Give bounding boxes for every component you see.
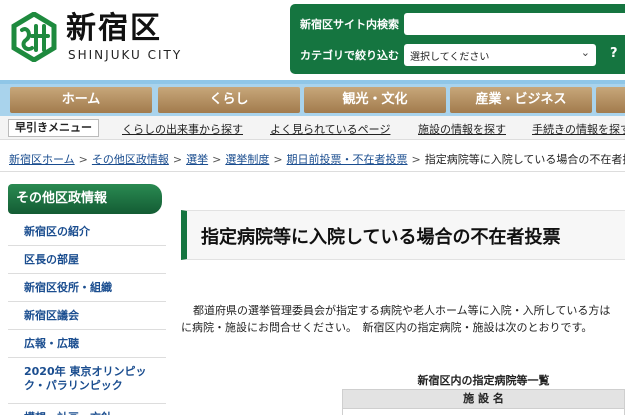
quick-link-facilities[interactable]: 施設の情報を探す — [418, 121, 506, 137]
search-panel: 新宿区サイト内検索 カテゴリで絞り込む 選択してください ⌄ ? — [290, 4, 625, 74]
sidebar-item-city-assembly[interactable]: 新宿区議会 — [8, 302, 166, 330]
site-name[interactable]: 新宿区 — [66, 12, 162, 46]
quick-menu-title: 早引きメニュー — [8, 119, 99, 137]
body-paragraph-line: に病院・施設にお問合せください。 新宿区内の指定病院・施設は次のとおりです。 — [181, 321, 593, 334]
quick-link-life-events[interactable]: くらしの出来事から探す — [122, 121, 243, 137]
body-paragraph-line: 都道府県の選挙管理委員会が指定する病院や老人ホーム等に入院・入所している方は — [193, 304, 611, 317]
breadcrumb-current: 指定病院等に入院している場合の不在者投票 — [424, 153, 625, 166]
sidebar-item-city-intro[interactable]: 新宿区の紹介 — [8, 218, 166, 246]
page-body: 都道府県の選挙管理委員会が指定する病院や老人ホーム等に入院・入所している方は に… — [181, 302, 625, 336]
nav-item-tourism-culture[interactable]: 観光・文化 — [304, 87, 446, 113]
sidebar-item-plans[interactable]: 構想・計画・方針 — [8, 404, 166, 415]
breadcrumb: 新宿区ホーム > その他区政情報 > 選挙 > 選挙制度 > 期日前投票・不在者投票 > 指定病院等… — [0, 148, 625, 172]
table-header: 施 設 名 — [342, 389, 625, 409]
quick-menu: 早引きメニュー くらしの出来事から探す よく見られているページ 施設の情報を探す… — [0, 116, 625, 140]
quick-link-popular-pages[interactable]: よく見られているページ — [270, 121, 390, 137]
page-title-bar: 指定病院等に入院している場合の不在者投票 — [181, 210, 625, 260]
page-title: 指定病院等に入院している場合の不在者投票 — [201, 227, 561, 248]
sidebar-title: その他区政情報 — [8, 184, 162, 214]
category-select-value: 選択してください — [410, 52, 490, 63]
breadcrumb-separator: > — [172, 153, 183, 166]
nav-item-home[interactable]: ホーム — [10, 87, 152, 113]
help-icon[interactable]: ? — [610, 46, 618, 61]
sidebar-item-city-office[interactable]: 新宿区役所・組織 — [8, 274, 166, 302]
breadcrumb-link[interactable]: 新宿区ホーム — [9, 153, 75, 166]
breadcrumb-separator: > — [273, 153, 283, 166]
nav-item-more[interactable] — [596, 87, 625, 113]
breadcrumb-link[interactable]: 選挙制度 — [225, 153, 269, 166]
table-caption: 新宿区内の指定病院等一覧 — [417, 374, 550, 387]
search-label: 新宿区サイト内検索 — [300, 18, 399, 31]
category-label: カテゴリで絞り込む — [300, 49, 399, 62]
sidebar-item-public-relations[interactable]: 広報・広聴 — [8, 330, 166, 358]
sidebar-item-olympics[interactable]: 2020年 東京オリンピック・パラリンピック — [8, 358, 166, 404]
site-header: 新宿区 SHINJUKU CITY 新宿区サイト内検索 カテゴリで絞り込む 選択… — [0, 0, 625, 80]
category-select[interactable]: 選択してください ⌄ — [404, 44, 596, 66]
nav-item-living[interactable]: くらし — [158, 87, 300, 113]
breadcrumb-separator: > — [78, 153, 88, 166]
breadcrumb-link[interactable]: 選挙 — [186, 153, 208, 166]
breadcrumb-link[interactable]: その他区政情報 — [92, 153, 169, 166]
chevron-down-icon: ⌄ — [580, 46, 590, 59]
breadcrumb-link[interactable]: 期日前投票・不在者投票 — [287, 153, 408, 166]
global-nav: ホーム くらし 観光・文化 産業・ビジネス — [0, 84, 625, 116]
shinjuku-logo-icon[interactable] — [8, 12, 60, 62]
search-input[interactable] — [404, 13, 625, 35]
nav-item-industry-business[interactable]: 産業・ビジネス — [450, 87, 592, 113]
sidebar-item-mayor-room[interactable]: 区長の部屋 — [8, 246, 166, 274]
site-name-en: SHINJUKU CITY — [68, 48, 183, 62]
breadcrumb-separator: > — [411, 153, 421, 166]
sidebar-list: 新宿区の紹介 区長の部屋 新宿区役所・組織 新宿区議会 広報・広聴 2020年 … — [8, 218, 166, 415]
breadcrumb-separator: > — [212, 153, 222, 166]
quick-link-procedures[interactable]: 手続きの情報を探す — [532, 121, 625, 137]
table-row — [342, 409, 625, 415]
